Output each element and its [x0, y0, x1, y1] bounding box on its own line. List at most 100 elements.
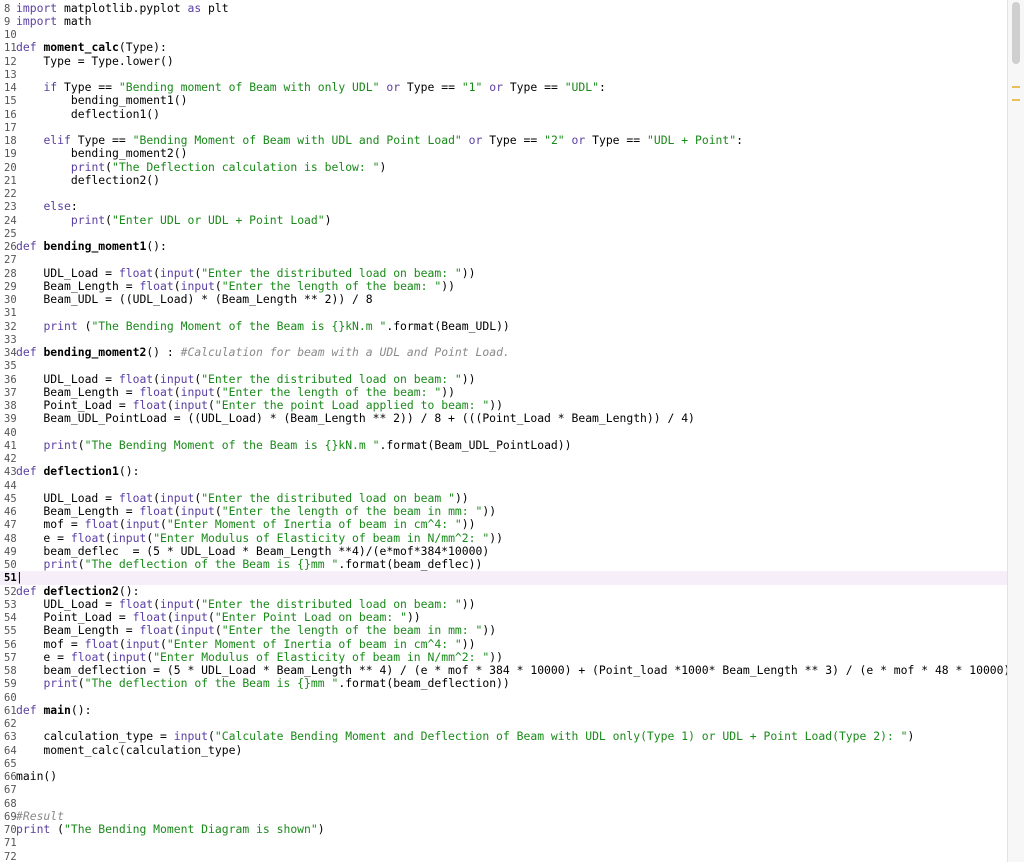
code-line[interactable]: 9import math — [0, 15, 1007, 28]
code-line[interactable]: 42 — [0, 452, 1007, 465]
code-token: ( — [215, 504, 222, 518]
code-line[interactable]: 54 Point_Load = float(input("Enter Point… — [0, 611, 1007, 624]
code-line[interactable]: 46 Beam_Length = float(input("Enter the … — [0, 505, 1007, 518]
code-token: deflection2() — [16, 173, 160, 187]
code-line[interactable]: 12 Type = Type.lower() — [0, 55, 1007, 68]
code-line[interactable]: 11def moment_calc(Type): — [0, 41, 1007, 54]
code-line[interactable]: 20 print("The Deflection calculation is … — [0, 161, 1007, 174]
code-line[interactable]: 52def deflection2(): — [0, 585, 1007, 598]
code-line[interactable]: 8import matplotlib.pyplot as plt — [0, 2, 1007, 15]
code-line[interactable]: 34def bending_moment2() : #Calculation f… — [0, 346, 1007, 359]
line-number: 8 — [0, 3, 8, 16]
code-line[interactable]: 31 — [0, 306, 1007, 319]
code-line[interactable]: 37 Beam_Length = float(input("Enter the … — [0, 386, 1007, 399]
code-line[interactable]: 43def deflection1(): — [0, 465, 1007, 478]
code-token: beam_deflec = (5 * UDL_Load * Beam_Lengt… — [16, 544, 489, 558]
code-line[interactable]: 44 — [0, 479, 1007, 492]
code-token: "Enter the length of the beam in mm: " — [222, 623, 483, 637]
code-text: Beam_Length = float(input("Enter the len… — [16, 505, 496, 518]
code-line[interactable]: 33 — [0, 333, 1007, 346]
code-token: float — [85, 637, 119, 651]
code-line[interactable]: 39 Beam_UDL_PointLoad = ((UDL_Load) * (B… — [0, 412, 1007, 425]
code-line[interactable]: 53 UDL_Load = float(input("Enter the dis… — [0, 598, 1007, 611]
code-line[interactable]: 65 — [0, 757, 1007, 770]
code-line[interactable]: 28 UDL_Load = float(input("Enter the dis… — [0, 267, 1007, 280]
code-line[interactable]: 32 print ("The Bending Moment of the Bea… — [0, 320, 1007, 333]
code-line[interactable]: 17 — [0, 121, 1007, 134]
code-line[interactable]: 59 print("The deflection of the Beam is … — [0, 677, 1007, 690]
code-line[interactable]: 30 Beam_UDL = ((UDL_Load) * (Beam_Length… — [0, 293, 1007, 306]
line-number: 16 — [0, 109, 8, 122]
code-line[interactable]: 24 print("Enter UDL or UDL + Point Load"… — [0, 214, 1007, 227]
code-text: UDL_Load = float(input("Enter the distri… — [16, 598, 476, 611]
code-line[interactable]: 62 — [0, 717, 1007, 730]
code-token: print — [71, 160, 105, 174]
code-line[interactable]: 19 bending_moment2() — [0, 147, 1007, 160]
code-line[interactable]: 16 deflection1() — [0, 108, 1007, 121]
code-token: Beam_Length = — [16, 385, 139, 399]
code-line[interactable]: 35 — [0, 359, 1007, 372]
code-line[interactable]: 72 — [0, 850, 1007, 863]
code-line[interactable]: 48 e = float(input("Enter Modulus of Ela… — [0, 532, 1007, 545]
code-line[interactable]: 68 — [0, 797, 1007, 810]
code-line[interactable]: 63 calculation_type = input("Calculate B… — [0, 730, 1007, 743]
current-code-line[interactable]: 51| — [0, 571, 1007, 584]
code-line[interactable]: 38 Point_Load = float(input("Enter the p… — [0, 399, 1007, 412]
code-line[interactable]: 22 — [0, 187, 1007, 200]
code-line[interactable]: 49 beam_deflec = (5 * UDL_Load * Beam_Le… — [0, 545, 1007, 558]
code-token: )) — [482, 504, 496, 518]
scrollbar-thumb[interactable] — [1012, 2, 1020, 64]
code-text: mof = float(input("Enter Moment of Inert… — [16, 518, 476, 531]
code-editor[interactable]: 8import matplotlib.pyplot as plt9import … — [0, 0, 1007, 862]
code-token: "1" — [462, 80, 483, 94]
code-line[interactable]: 25 — [0, 227, 1007, 240]
code-line[interactable]: 14 if Type == "Bending moment of Beam wi… — [0, 81, 1007, 94]
code-line[interactable]: 29 Beam_Length = float(input("Enter the … — [0, 280, 1007, 293]
line-number: 32 — [0, 321, 8, 334]
code-line[interactable]: 56 mof = float(input("Enter Moment of In… — [0, 638, 1007, 651]
code-text: UDL_Load = float(input("Enter the distri… — [16, 492, 469, 505]
code-text: Beam_Length = float(input("Enter the len… — [16, 624, 496, 637]
code-line[interactable]: 27 — [0, 253, 1007, 266]
code-line[interactable]: 18 elif Type == "Bending Moment of Beam … — [0, 134, 1007, 147]
code-line[interactable]: 40 — [0, 426, 1007, 439]
code-line[interactable]: 60 — [0, 691, 1007, 704]
code-line[interactable]: 21 deflection2() — [0, 174, 1007, 187]
code-line[interactable]: 41 print("The Bending Moment of the Beam… — [0, 439, 1007, 452]
code-line[interactable]: 50 print("The deflection of the Beam is … — [0, 558, 1007, 571]
code-line[interactable]: 57 e = float(input("Enter Modulus of Ela… — [0, 651, 1007, 664]
code-line[interactable]: 55 Beam_Length = float(input("Enter the … — [0, 624, 1007, 637]
code-token: )) — [462, 517, 476, 531]
code-token: )) — [462, 266, 476, 280]
code-line[interactable]: 64 moment_calc(calculation_type) — [0, 744, 1007, 757]
code-line[interactable]: 13 — [0, 68, 1007, 81]
code-line[interactable]: 70print ("The Bending Moment Diagram is … — [0, 823, 1007, 836]
code-token: ( — [174, 623, 181, 637]
code-line[interactable]: 26def bending_moment1(): — [0, 240, 1007, 253]
code-line[interactable]: 15 bending_moment1() — [0, 94, 1007, 107]
code-token: print — [43, 557, 77, 571]
code-line[interactable]: 45 UDL_Load = float(input("Enter the dis… — [0, 492, 1007, 505]
code-line[interactable]: 67 — [0, 783, 1007, 796]
code-token: ( — [215, 279, 222, 293]
code-token: def — [16, 345, 37, 359]
code-line[interactable]: 58 beam_deflection = (5 * UDL_Load * Bea… — [0, 664, 1007, 677]
vertical-scrollbar[interactable] — [1007, 0, 1024, 862]
code-line[interactable]: 61def main(): — [0, 704, 1007, 717]
line-number: 57 — [0, 652, 8, 665]
code-line[interactable]: 36 UDL_Load = float(input("Enter the dis… — [0, 373, 1007, 386]
code-line[interactable]: 71 — [0, 836, 1007, 849]
code-line[interactable]: 23 else: — [0, 200, 1007, 213]
code-token: ) — [908, 729, 915, 743]
code-line[interactable]: 66main() — [0, 770, 1007, 783]
code-line[interactable]: 47 mof = float(input("Enter Moment of In… — [0, 518, 1007, 531]
code-line[interactable]: 10 — [0, 28, 1007, 41]
code-line[interactable]: 69#Result — [0, 810, 1007, 823]
code-token: or — [386, 80, 400, 94]
line-number: 13 — [0, 69, 8, 82]
line-number: 53 — [0, 599, 8, 612]
code-token: Type == — [57, 80, 119, 94]
code-token: (): — [119, 464, 140, 478]
code-text: print("Enter UDL or UDL + Point Load") — [16, 214, 331, 227]
line-number: 46 — [0, 506, 8, 519]
